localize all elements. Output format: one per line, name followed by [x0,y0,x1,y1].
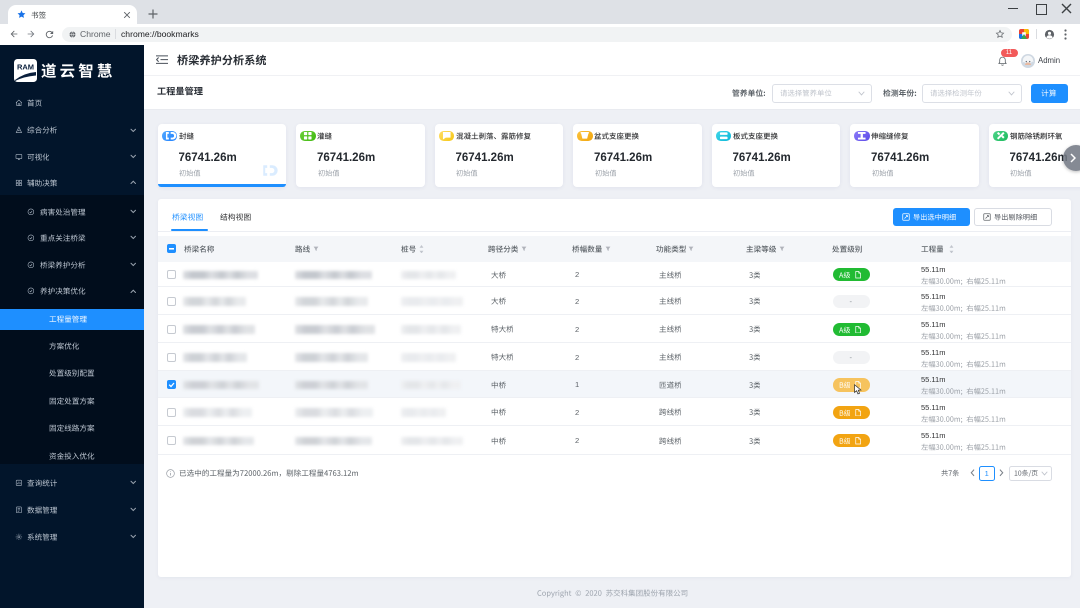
svg-text:RAM: RAM [17,63,34,72]
